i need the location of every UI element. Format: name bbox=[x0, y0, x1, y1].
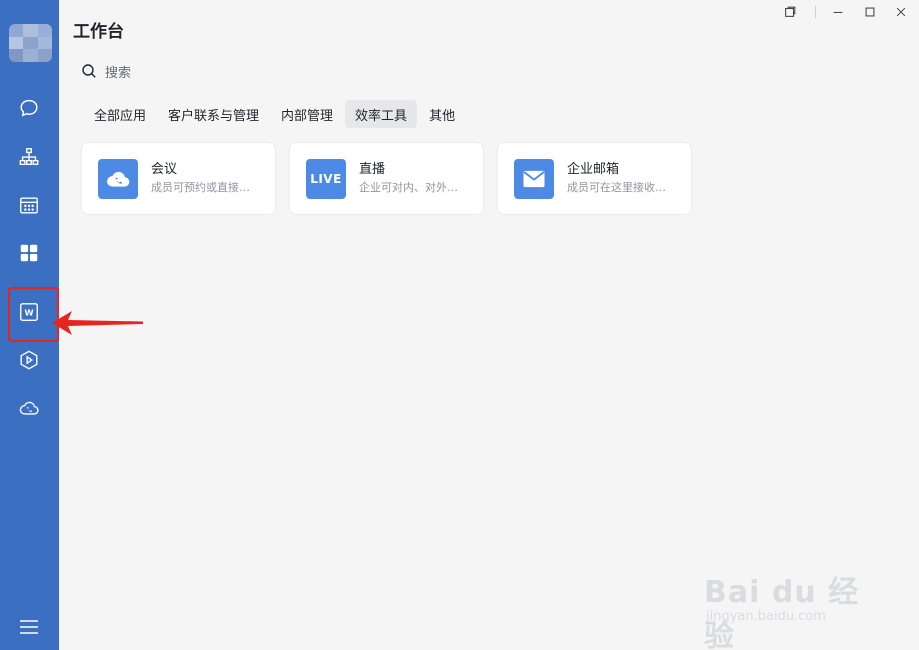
tab-other[interactable]: 其他 bbox=[419, 100, 465, 128]
box-icon[interactable] bbox=[14, 345, 44, 375]
cloud-phone-icon bbox=[98, 158, 138, 199]
watermark: Bai du 经验 jingyan.baidu.com bbox=[704, 553, 874, 650]
search-placeholder: 搜索 bbox=[105, 65, 132, 81]
category-tabs: 全部应用 客户联系与管理 内部管理 效率工具 其他 bbox=[84, 100, 465, 128]
maximize-icon[interactable] bbox=[862, 4, 878, 20]
search-input[interactable]: 搜索 bbox=[81, 61, 131, 81]
watermark-url: jingyan.baidu.com bbox=[706, 609, 826, 624]
calendar-icon[interactable] bbox=[14, 190, 44, 220]
page-title: 工作台 bbox=[73, 22, 124, 42]
chat-icon[interactable] bbox=[14, 93, 44, 123]
app-card-meeting[interactable]: 会议 成员可预约或直接发起会议 bbox=[82, 143, 275, 214]
app-description: 企业可对内、对外进行直播 bbox=[359, 181, 467, 194]
org-chart-icon[interactable] bbox=[14, 142, 44, 172]
app-title: 企业邮箱 bbox=[567, 162, 620, 177]
cloud-phone-icon[interactable] bbox=[14, 393, 44, 423]
tab-efficiency-tools[interactable]: 效率工具 bbox=[345, 100, 418, 128]
app-card-mail[interactable]: 企业邮箱 成员可在这里接收和发送邮件 bbox=[498, 143, 691, 214]
tab-all-apps[interactable]: 全部应用 bbox=[84, 100, 156, 128]
annotation-arrow bbox=[52, 311, 143, 335]
app-card-live[interactable]: LIVE 直播 企业可对内、对外进行直播 bbox=[290, 143, 483, 214]
mail-icon bbox=[514, 158, 554, 199]
app-title: 会议 bbox=[151, 162, 178, 177]
app-description: 成员可在这里接收和发送邮件 bbox=[567, 181, 675, 194]
live-icon: LIVE bbox=[306, 158, 346, 199]
tab-customer-contact[interactable]: 客户联系与管理 bbox=[158, 100, 269, 128]
window-control-divider bbox=[815, 6, 816, 18]
app-title: 直播 bbox=[359, 162, 386, 177]
close-icon[interactable] bbox=[893, 4, 909, 20]
search-icon bbox=[82, 64, 96, 78]
app-description: 成员可预约或直接发起会议 bbox=[151, 181, 259, 194]
tab-internal-management[interactable]: 内部管理 bbox=[271, 100, 343, 128]
avatar[interactable] bbox=[9, 24, 52, 62]
workbench-icon[interactable] bbox=[14, 238, 44, 268]
minimize-icon[interactable] bbox=[830, 4, 846, 20]
pin-window-icon[interactable] bbox=[782, 4, 798, 20]
menu-icon[interactable] bbox=[18, 617, 40, 637]
